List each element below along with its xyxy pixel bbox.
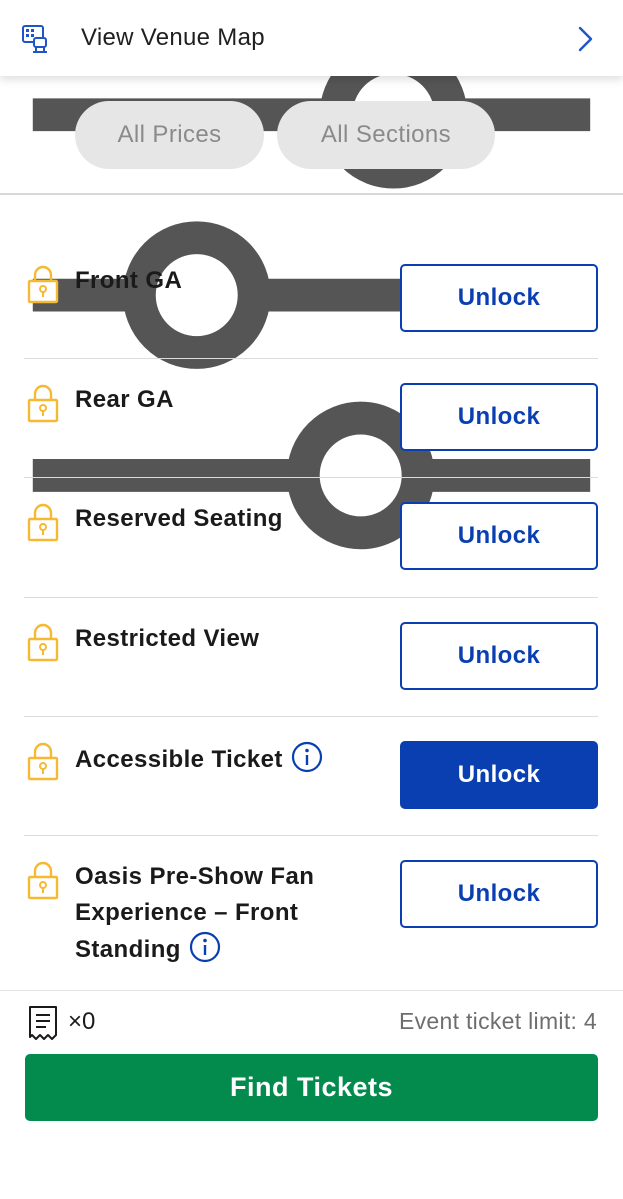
info-icon[interactable] [189,931,221,963]
row-divider [24,835,598,836]
row-divider [24,477,598,478]
ticket-name: Accessible Ticket [75,741,323,778]
unlock-button[interactable]: Unlock [400,264,598,332]
find-tickets-button[interactable]: Find Tickets [25,1054,598,1121]
row-divider [24,716,598,717]
row-divider [24,358,598,359]
ticket-row: Oasis Pre-Show Fan Experience – Front Stan… [24,835,598,963]
lock-icon [26,860,60,900]
ticket-name: Rear GA [75,382,174,418]
ticket-count: ×0 [68,1008,96,1035]
lock-icon [26,622,60,662]
ticket-name: Reserved Seating [75,501,283,537]
info-icon[interactable] [291,741,323,773]
ticket-row: Rear GA Unlock [24,358,598,477]
venue-map-label: View Venue Map [81,24,265,51]
ticket-name-text: Front GA [75,267,183,294]
ticket-row: Restricted View Unlock [24,597,598,716]
footer-divider [0,990,623,991]
ticket-name: Restricted View [75,621,259,657]
ticket-row: Reserved Seating Unlock [24,477,598,596]
ticket-row: Accessible Ticket Unlock [24,716,598,835]
ticket-row: Front GA Unlock [24,239,598,358]
ticket-limit-text: Event ticket limit: 4 [398,1008,597,1034]
unlock-button[interactable]: Unlock [400,741,598,809]
ticket-name-text: Accessible Ticket [75,746,283,773]
unlock-button[interactable]: Unlock [400,622,598,690]
ticket-name: Oasis Pre-Show Fan Experience – Front Stan… [75,859,314,968]
ticket-name-text: Restricted View [75,625,260,652]
row-divider [24,597,598,598]
ticket-name-line: Experience – Front [75,899,299,926]
lock-icon [26,264,60,304]
lock-icon [26,741,60,781]
unlock-button[interactable]: Unlock [400,860,598,928]
unlock-button[interactable]: Unlock [400,383,598,451]
seat-map-icon [22,25,47,53]
unlock-button[interactable]: Unlock [400,502,598,570]
ticket-name-line: Oasis Pre-Show Fan [75,863,315,890]
chevron-right-icon [578,26,593,52]
ticket-name: Front GA [75,263,182,299]
ticket-icon [29,1006,57,1040]
ticket-name-text: Reserved Seating [75,505,283,532]
all-prices-filter[interactable]: All Prices [75,101,264,169]
all-sections-filter[interactable]: All Sections [277,101,495,169]
ticket-name-line: Standing [75,936,181,963]
lock-icon [26,383,60,423]
lock-icon [26,502,60,542]
ticket-name-text: Rear GA [75,386,174,413]
view-venue-map-bar[interactable]: View Venue Map [0,0,623,76]
